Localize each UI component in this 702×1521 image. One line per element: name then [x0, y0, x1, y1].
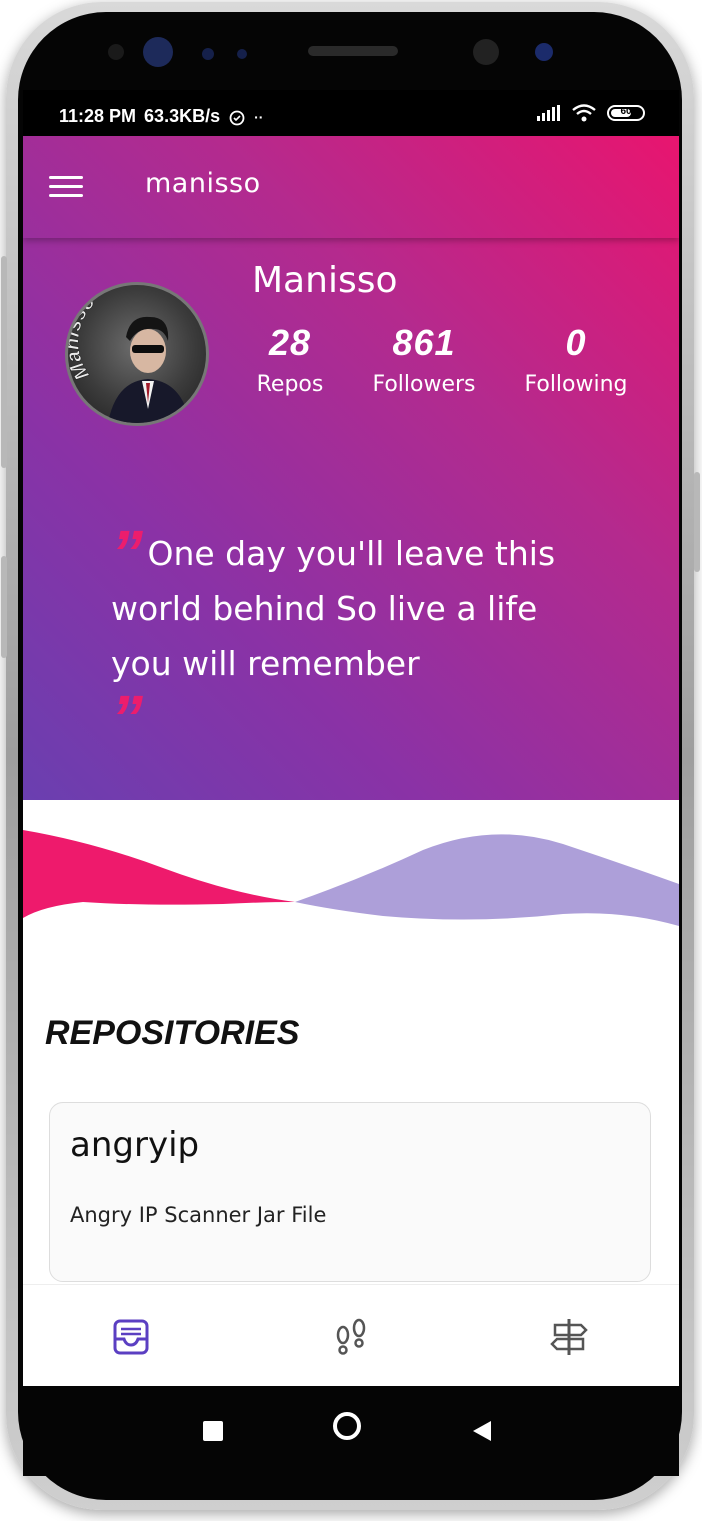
status-bar: 11:28 PM 63.3KB/s ·· 60	[23, 90, 679, 136]
menu-button[interactable]	[49, 176, 83, 200]
quote-text: One day you'll leave this world behind S…	[111, 534, 556, 683]
stat-following-value: 0	[565, 322, 587, 363]
stat-followers[interactable]: 861 Followers	[361, 322, 487, 397]
power-button	[1, 556, 7, 658]
nav-explore[interactable]	[545, 1313, 593, 1361]
signpost-icon	[550, 1319, 588, 1355]
back-button[interactable]	[471, 1419, 493, 1443]
nav-activity[interactable]	[327, 1313, 375, 1361]
system-navigation-bar	[23, 1386, 679, 1476]
stat-followers-label: Followers	[372, 372, 476, 397]
repositories-heading: REPOSITORIES	[45, 1014, 300, 1052]
avatar-signature: Manisso	[68, 291, 100, 384]
front-camera-area	[108, 37, 553, 67]
status-time: 11:28 PM	[59, 106, 137, 126]
stat-following[interactable]: 0 Following	[513, 322, 639, 397]
header-wave	[23, 830, 679, 958]
profile-name: Manisso	[252, 260, 398, 301]
status-right: 60	[537, 104, 645, 122]
stat-repos-label: Repos	[256, 372, 324, 397]
battery-level: 60	[620, 106, 632, 117]
stat-following-label: Following	[524, 372, 628, 397]
app-bar-title: manisso	[145, 168, 261, 199]
alarm-icon	[229, 110, 245, 125]
bottom-navigation	[23, 1284, 679, 1386]
hamburger-icon	[49, 176, 83, 179]
home-button[interactable]	[333, 1412, 361, 1440]
profile-header: manisso Manisso Manisso 28 Repos	[23, 136, 679, 800]
nav-repositories[interactable]	[107, 1313, 155, 1361]
avatar-image: Manisso	[68, 291, 190, 423]
open-quote-mark: ”	[111, 517, 143, 589]
status-left: 11:28 PM 63.3KB/s ··	[59, 106, 263, 127]
stat-repos[interactable]: 28 Repos	[245, 322, 335, 397]
stat-followers-value: 861	[392, 322, 456, 363]
recents-button[interactable]	[203, 1421, 223, 1441]
status-speed: 63.3KB/s	[144, 106, 221, 126]
bio-quote: ” One day you'll leave this world behind…	[111, 517, 581, 754]
battery-icon: 60	[607, 105, 645, 121]
app-screen: 11:28 PM 63.3KB/s ·· 60 manisso M so Man…	[23, 90, 679, 1386]
app-bar: manisso	[23, 136, 679, 238]
close-quote-mark: ”	[111, 682, 143, 754]
svg-text:Manisso: Manisso	[68, 291, 100, 384]
volume-button	[1, 256, 7, 468]
stat-repos-value: 28	[268, 322, 312, 363]
inbox-icon	[113, 1319, 149, 1355]
repo-name: angryip	[70, 1125, 200, 1165]
repo-description: Angry IP Scanner Jar File	[70, 1203, 327, 1227]
side-button	[694, 472, 700, 572]
signal-icon	[537, 105, 560, 121]
footprints-icon	[336, 1318, 366, 1355]
wifi-icon	[572, 104, 596, 122]
avatar: Manisso	[65, 282, 209, 426]
repo-card[interactable]: angryip Angry IP Scanner Jar File	[49, 1102, 651, 1282]
more-dots-icon: ··	[254, 108, 264, 125]
